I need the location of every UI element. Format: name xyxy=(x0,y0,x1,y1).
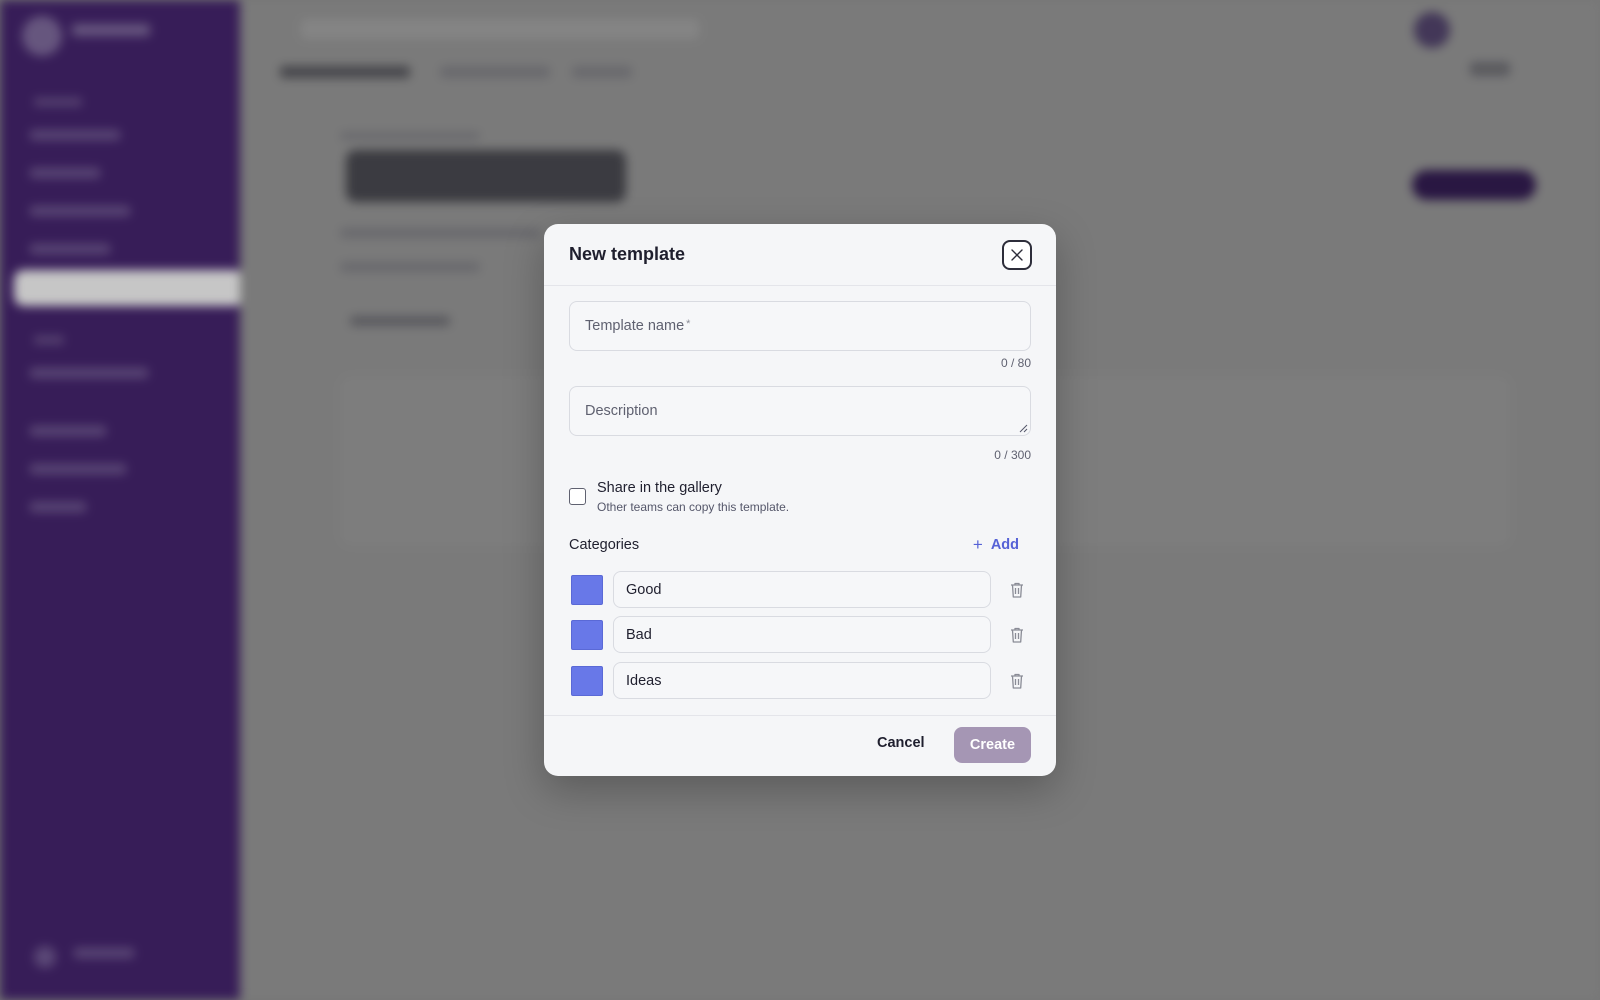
dialog-header: New template xyxy=(544,224,1056,286)
template-name-counter: 0 / 80 xyxy=(1000,356,1031,370)
category-row xyxy=(569,616,1031,653)
share-in-gallery-option[interactable]: Share in the gallery Other teams can cop… xyxy=(569,480,1031,520)
category-color-swatch[interactable] xyxy=(571,620,603,650)
categories-title: Categories xyxy=(569,537,640,553)
share-hint: Other teams can copy this template. xyxy=(597,500,790,514)
resize-handle-icon[interactable] xyxy=(1019,424,1028,433)
add-category-button[interactable]: + Add xyxy=(973,536,1019,553)
trash-icon[interactable] xyxy=(1009,626,1025,644)
template-name-field[interactable]: Template name * xyxy=(569,301,1031,351)
category-row xyxy=(569,571,1031,608)
category-name-input[interactable] xyxy=(614,617,990,652)
share-in-gallery-checkbox[interactable] xyxy=(569,488,586,505)
category-name-field[interactable] xyxy=(613,662,991,699)
close-button[interactable] xyxy=(1002,240,1032,270)
trash-icon[interactable] xyxy=(1009,581,1025,599)
category-color-swatch[interactable] xyxy=(571,575,603,605)
category-name-input[interactable] xyxy=(614,663,990,698)
category-color-swatch[interactable] xyxy=(571,666,603,696)
categories-header: Categories + Add xyxy=(569,536,1031,557)
create-button[interactable]: Create xyxy=(954,727,1031,763)
description-input[interactable] xyxy=(570,387,1030,435)
dialog-title: New template xyxy=(569,244,686,264)
category-row xyxy=(569,662,1031,699)
new-template-dialog: New template Template name * 0 / 80 Descr… xyxy=(544,224,1056,776)
category-name-field[interactable] xyxy=(613,571,991,608)
category-name-field[interactable] xyxy=(613,616,991,653)
share-label: Share in the gallery xyxy=(597,480,722,496)
category-name-input[interactable] xyxy=(614,572,990,607)
description-counter: 0 / 300 xyxy=(994,448,1031,462)
cancel-button[interactable]: Cancel xyxy=(877,735,925,751)
close-icon xyxy=(1011,249,1023,261)
description-field[interactable]: Description xyxy=(569,386,1031,436)
add-category-label: Add xyxy=(990,536,1019,553)
plus-icon: + xyxy=(972,535,983,554)
dialog-footer: Cancel Create xyxy=(544,715,1056,776)
template-name-input[interactable] xyxy=(570,302,1030,350)
trash-icon[interactable] xyxy=(1009,672,1025,690)
